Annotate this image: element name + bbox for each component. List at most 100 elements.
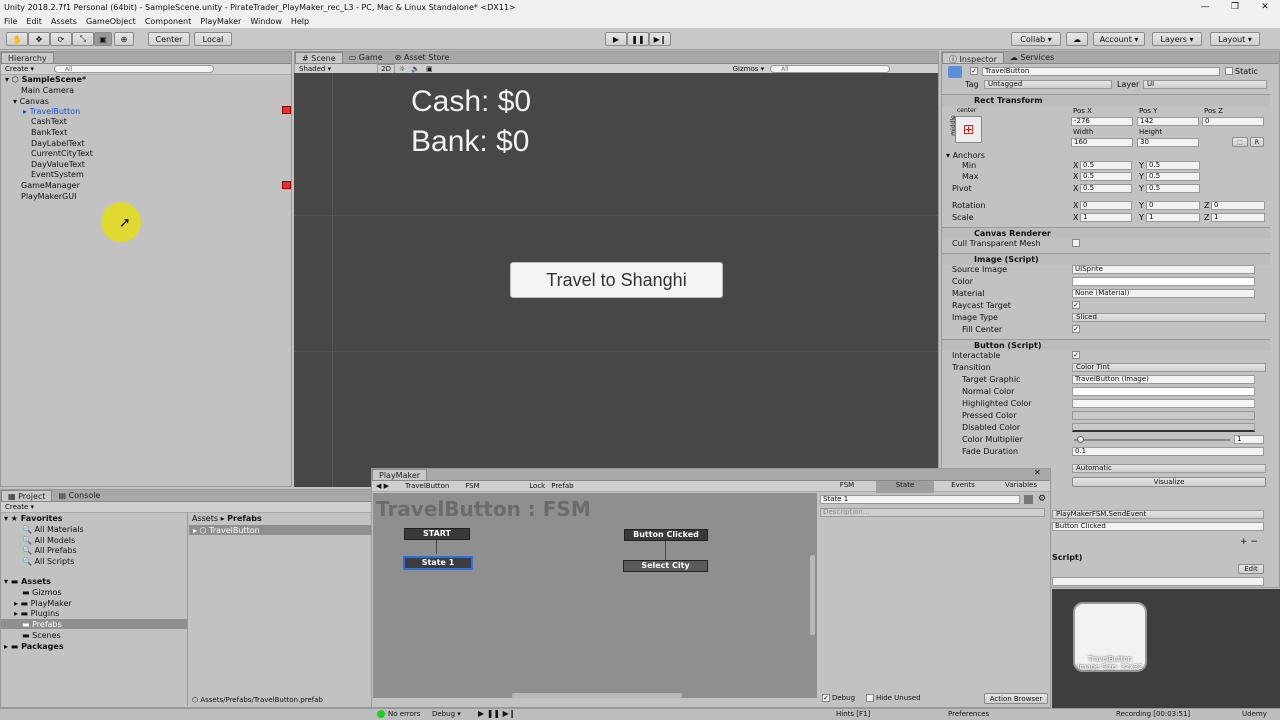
width-field[interactable]: 160	[1071, 138, 1133, 147]
side-tab-variables[interactable]: Variables	[992, 481, 1050, 493]
tab-game[interactable]: ▭ Game	[343, 52, 389, 63]
cull-checkbox[interactable]	[1072, 239, 1080, 247]
max-y-field[interactable]: 0.5	[1146, 172, 1200, 181]
folder-prefabs[interactable]: ▬ Prefabs	[22, 620, 62, 629]
layers-button[interactable]: Layers ▾	[1152, 32, 1202, 46]
state-name-field[interactable]: State 1	[820, 495, 1020, 504]
tab-console[interactable]: ▤ Console	[52, 490, 106, 501]
state-start[interactable]: START	[404, 528, 470, 540]
raycast-checkbox[interactable]: ✓	[1072, 301, 1080, 309]
fade-duration-field[interactable]: 0.1	[1072, 447, 1264, 456]
tree-item-daylabeltext[interactable]: DayLabelText	[31, 139, 85, 148]
preferences-label[interactable]: Preferences	[948, 710, 989, 718]
menu-gameobject[interactable]: GameObject	[86, 17, 136, 26]
posz-field[interactable]: 0	[1202, 117, 1264, 126]
pivot-x-field[interactable]: 0.5	[1080, 184, 1132, 193]
debug-dropdown[interactable]: Debug ▾	[432, 710, 461, 718]
folder-scenes[interactable]: ▬ Scenes	[22, 631, 61, 640]
tab-inspector[interactable]: ⓘ Inspector	[942, 52, 1004, 64]
interactable-checkbox[interactable]: ✓	[1072, 351, 1080, 359]
tree-item-eventsystem[interactable]: EventSystem	[31, 170, 84, 179]
menu-edit[interactable]: Edit	[26, 17, 42, 26]
hide-unused-checkbox[interactable]	[866, 694, 874, 702]
pressed-color-field[interactable]	[1072, 411, 1255, 420]
min-y-field[interactable]: 0.5	[1146, 161, 1200, 170]
tab-asset-store[interactable]: ⊛ Asset Store	[389, 52, 456, 63]
fsm-graph-canvas[interactable]: TravelButton : FSM START State 1 Button …	[373, 493, 817, 698]
transform-tool-icon[interactable]: ⊕	[114, 32, 134, 46]
state-state1[interactable]: State 1	[403, 556, 473, 570]
folder-gizmos[interactable]: ▬ Gizmos	[22, 588, 62, 597]
lighting-icon[interactable]: ☼	[399, 65, 405, 73]
pivot-y-field[interactable]: 0.5	[1146, 184, 1200, 193]
collab-button[interactable]: Collab ▾	[1011, 32, 1061, 46]
visualize-button[interactable]: Visualize	[1072, 477, 1266, 487]
fsm-hscrollbar[interactable]	[512, 693, 682, 698]
button-script-header[interactable]: Button (Script)	[942, 339, 1270, 351]
action-browser-button[interactable]: Action Browser	[984, 693, 1048, 704]
menu-window[interactable]: Window	[250, 17, 282, 26]
object-name-field[interactable]: TravelButton	[982, 67, 1220, 76]
playback-controls-icon[interactable]: ▶ ❚❚ ▶❙	[478, 709, 516, 718]
anchors-label[interactable]: ▾ Anchors	[946, 151, 985, 160]
cash-text[interactable]: Cash: $0	[411, 85, 531, 119]
image-type-dropdown[interactable]: Sliced	[1072, 313, 1266, 322]
active-checkbox[interactable]: ✓	[970, 67, 978, 75]
layer-dropdown[interactable]: UI	[1143, 80, 1267, 89]
blueprint-icon[interactable]: ⬚	[1232, 137, 1248, 147]
play-icon[interactable]: ▶	[605, 32, 627, 46]
color-field[interactable]	[1072, 277, 1255, 286]
tab-playmaker[interactable]: PlayMaker	[372, 469, 428, 480]
hand-tool-icon[interactable]: ✋	[6, 32, 28, 46]
fav-all-prefabs[interactable]: 🔍 All Prefabs	[22, 546, 77, 555]
onclick-argument-field[interactable]: Button Clicked	[1052, 522, 1264, 531]
edit-script-button[interactable]: Edit	[1238, 564, 1264, 574]
rot-z-field[interactable]: 0	[1211, 201, 1265, 210]
tab-services[interactable]: ☁ Services	[1004, 52, 1060, 63]
gizmos-dropdown[interactable]: Gizmos ▾	[733, 65, 765, 73]
effects-icon[interactable]: ▣	[426, 65, 433, 73]
move-tool-icon[interactable]: ✥	[28, 32, 50, 46]
tab-hierarchy[interactable]: Hierarchy	[1, 52, 54, 63]
rect-transform-header[interactable]: Rect Transform	[942, 94, 1270, 106]
layout-button[interactable]: Layout ▾	[1210, 32, 1260, 46]
posx-field[interactable]: -276	[1071, 117, 1133, 126]
canvas-renderer-header[interactable]: Canvas Renderer	[942, 227, 1270, 239]
tree-item-scene[interactable]: ▾ ⬡ SampleScene*	[5, 75, 86, 84]
hierarchy-create-button[interactable]: Create ▾	[5, 65, 34, 73]
cloud-icon[interactable]: ☁	[1066, 32, 1088, 46]
menu-help[interactable]: Help	[291, 17, 309, 26]
tab-scene[interactable]: # Scene	[295, 52, 343, 63]
side-tab-fsm[interactable]: FSM	[818, 481, 876, 493]
fsm-dropdown[interactable]: FSM	[465, 482, 513, 490]
travel-button[interactable]: Travel to Shanghi	[510, 262, 723, 298]
add-icon[interactable]: + −	[1240, 537, 1258, 547]
fsm-vscrollbar[interactable]	[810, 555, 815, 635]
navigation-dropdown[interactable]: Automatic	[1072, 464, 1266, 473]
pivot-center-button[interactable]: Center	[148, 32, 190, 46]
anchor-preset-icon[interactable]: ⊞	[955, 116, 982, 143]
scale-z-field[interactable]: 1	[1211, 213, 1265, 222]
tree-item-banktext[interactable]: BankText	[31, 128, 67, 137]
scene-search-input[interactable]: All	[770, 65, 891, 73]
scene-viewport[interactable]: Cash: $0 Bank: $0 Travel to Shanghi	[294, 73, 938, 487]
fav-all-scripts[interactable]: 🔍 All Scripts	[22, 557, 74, 566]
disabled-color-field[interactable]	[1072, 423, 1255, 432]
audio-icon[interactable]: 🔈	[411, 65, 420, 73]
step-icon[interactable]: ▶❙	[649, 32, 671, 46]
playmaker-close-icon[interactable]: ✕	[1034, 468, 1041, 477]
fav-all-materials[interactable]: 🔍 All Materials	[22, 525, 84, 534]
script-field[interactable]	[1052, 577, 1264, 586]
project-breadcrumb[interactable]: Assets ▸ Prefabs	[192, 514, 262, 523]
source-image-field[interactable]: UISprite	[1072, 265, 1255, 274]
account-button[interactable]: Account ▾	[1093, 32, 1145, 46]
close-icon[interactable]: ✕	[1250, 0, 1280, 15]
prefab-dropdown[interactable]: Prefab	[551, 482, 573, 490]
asset-travelbutton[interactable]: ▸ ⬡ TravelButton	[193, 526, 260, 535]
project-create-button[interactable]: Create ▾	[5, 503, 34, 511]
playmaker-fsm-icon[interactable]	[282, 106, 291, 114]
state-color-icon[interactable]	[1024, 495, 1033, 504]
side-tab-events[interactable]: Events	[934, 481, 992, 493]
scale-tool-icon[interactable]: ⤡	[72, 32, 94, 46]
posy-field[interactable]: 142	[1137, 117, 1199, 126]
